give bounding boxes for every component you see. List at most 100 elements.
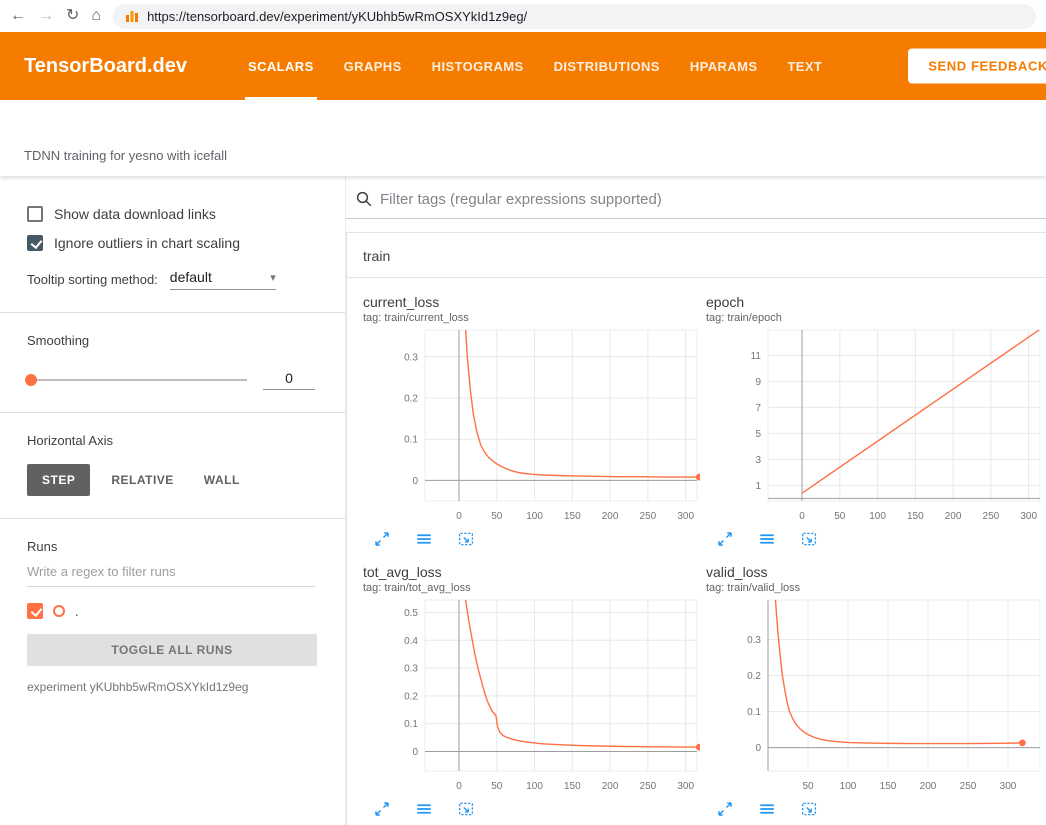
svg-text:200: 200 <box>602 781 619 792</box>
svg-text:250: 250 <box>640 781 657 792</box>
fit-domain-icon[interactable] <box>800 530 818 548</box>
svg-text:250: 250 <box>640 511 657 522</box>
view-data-icon[interactable] <box>758 530 776 548</box>
svg-text:0.3: 0.3 <box>747 635 761 646</box>
axis-step-button[interactable]: STEP <box>27 464 90 496</box>
tag-filter-row <box>346 176 1046 219</box>
chart-tag: tag: train/current_loss <box>363 312 700 324</box>
svg-text:0.5: 0.5 <box>404 608 418 619</box>
svg-text:3: 3 <box>755 455 761 466</box>
scalars-dashboard: train current_loss tag: train/current_lo… <box>346 176 1046 825</box>
browser-back-icon[interactable]: ← <box>10 8 26 24</box>
scalar-chart-card: current_loss tag: train/current_loss 00.… <box>363 294 700 548</box>
browser-toolbar: ← → ↻ ⌂ https://tensorboard.dev/experime… <box>0 0 1046 32</box>
app-header: TensorBoard.dev SCALARS GRAPHS HISTOGRAM… <box>0 32 1046 100</box>
svg-text:0.2: 0.2 <box>404 691 418 702</box>
svg-text:9: 9 <box>755 377 761 388</box>
experiment-title-bar: TDNN training for yesno with icefall <box>0 100 1046 176</box>
tab-graphs[interactable]: GRAPHS <box>329 32 417 100</box>
toggle-all-runs-button[interactable]: TOGGLE ALL RUNS <box>27 634 317 666</box>
svg-text:150: 150 <box>564 511 581 522</box>
svg-text:0: 0 <box>799 511 805 522</box>
browser-home-icon[interactable]: ⌂ <box>91 8 101 24</box>
svg-text:11: 11 <box>751 351 762 362</box>
axis-relative-button[interactable]: RELATIVE <box>96 464 188 496</box>
tab-hparams[interactable]: HPARAMS <box>675 32 773 100</box>
horizontal-axis-buttons: STEP RELATIVE WALL <box>27 464 315 496</box>
send-feedback-button[interactable]: SEND FEEDBACK <box>908 49 1046 84</box>
line-chart[interactable]: 00.10.20.3050100150200250300 <box>363 327 700 527</box>
smoothing-section: Smoothing 0 <box>0 313 345 412</box>
show-download-links-checkbox[interactable] <box>27 206 43 222</box>
chart-tag: tag: train/valid_loss <box>706 582 1043 594</box>
line-chart[interactable]: 00.10.20.350100150200250300 <box>706 597 1043 797</box>
search-icon <box>355 190 373 208</box>
tag-group-header[interactable]: train <box>347 233 1046 278</box>
expand-chart-icon[interactable] <box>716 530 734 548</box>
smoothing-value-input[interactable]: 0 <box>263 370 315 390</box>
show-download-links-row: Show data download links <box>27 206 315 222</box>
svg-text:5: 5 <box>755 429 761 440</box>
horizontal-axis-label: Horizontal Axis <box>27 433 315 448</box>
chart-actions <box>716 800 1043 818</box>
svg-text:0: 0 <box>755 743 761 754</box>
chart-title: valid_loss <box>706 564 1043 580</box>
tab-text[interactable]: TEXT <box>772 32 837 100</box>
url-text: https://tensorboard.dev/experiment/yKUbh… <box>147 9 527 24</box>
chart-title: tot_avg_loss <box>363 564 700 580</box>
chart-actions <box>716 530 1043 548</box>
browser-forward-icon[interactable]: → <box>38 8 54 24</box>
app-logo[interactable]: TensorBoard.dev <box>24 55 187 78</box>
svg-text:0.2: 0.2 <box>404 394 418 405</box>
line-chart[interactable]: 00.10.20.30.40.5050100150200250300 <box>363 597 700 797</box>
scalar-chart-card: tot_avg_loss tag: train/tot_avg_loss 00.… <box>363 564 700 818</box>
show-download-links-label: Show data download links <box>54 206 216 222</box>
tag-filter-input[interactable] <box>380 191 1046 208</box>
fit-domain-icon[interactable] <box>457 530 475 548</box>
settings-sidebar: Show data download links Ignore outliers… <box>0 176 346 825</box>
run-color-swatch[interactable] <box>53 605 65 617</box>
run-name: . <box>75 604 79 619</box>
fit-domain-icon[interactable] <box>457 800 475 818</box>
svg-text:50: 50 <box>834 511 846 522</box>
ignore-outliers-checkbox[interactable] <box>27 235 43 251</box>
expand-chart-icon[interactable] <box>373 800 391 818</box>
horizontal-axis-section: Horizontal Axis STEP RELATIVE WALL <box>0 413 345 518</box>
view-data-icon[interactable] <box>415 530 433 548</box>
tag-group-card: train current_loss tag: train/current_lo… <box>346 232 1046 825</box>
run-checkbox[interactable] <box>27 603 43 619</box>
smoothing-slider-thumb[interactable] <box>25 374 37 386</box>
line-chart[interactable]: 1357911050100150200250300 <box>706 327 1043 527</box>
chart-title: current_loss <box>363 294 700 310</box>
runs-filter-input[interactable] <box>27 554 315 587</box>
tooltip-sorting-select[interactable]: default ▾ <box>170 269 276 290</box>
expand-chart-icon[interactable] <box>373 530 391 548</box>
svg-text:0.4: 0.4 <box>404 636 418 647</box>
experiment-id: experiment yKUbhb5wRmOSXYkId1z9eg <box>27 680 315 694</box>
tooltip-sorting-label: Tooltip sorting method: <box>27 272 158 287</box>
svg-text:250: 250 <box>960 781 977 792</box>
chart-title: epoch <box>706 294 1043 310</box>
view-data-icon[interactable] <box>415 800 433 818</box>
chart-actions <box>373 530 700 548</box>
address-bar[interactable]: https://tensorboard.dev/experiment/yKUbh… <box>113 4 1036 29</box>
ignore-outliers-row: Ignore outliers in chart scaling <box>27 235 315 251</box>
svg-text:1: 1 <box>755 481 761 492</box>
fit-domain-icon[interactable] <box>800 800 818 818</box>
chart-actions <box>373 800 700 818</box>
svg-text:100: 100 <box>840 781 857 792</box>
run-list-item: . <box>27 603 315 619</box>
browser-reload-icon[interactable]: ↻ <box>66 8 79 24</box>
svg-text:100: 100 <box>526 781 543 792</box>
ignore-outliers-label: Ignore outliers in chart scaling <box>54 235 240 251</box>
tab-histograms[interactable]: HISTOGRAMS <box>417 32 539 100</box>
smoothing-slider[interactable] <box>27 379 247 381</box>
axis-wall-button[interactable]: WALL <box>189 464 255 496</box>
runs-section: Runs . TOGGLE ALL RUNS experiment yKUbhb… <box>0 519 345 716</box>
tab-distributions[interactable]: DISTRIBUTIONS <box>539 32 675 100</box>
tab-scalars[interactable]: SCALARS <box>233 32 329 100</box>
experiment-title: TDNN training for yesno with icefall <box>24 148 227 163</box>
expand-chart-icon[interactable] <box>716 800 734 818</box>
tooltip-sorting-row: Tooltip sorting method: default ▾ <box>27 269 315 290</box>
view-data-icon[interactable] <box>758 800 776 818</box>
